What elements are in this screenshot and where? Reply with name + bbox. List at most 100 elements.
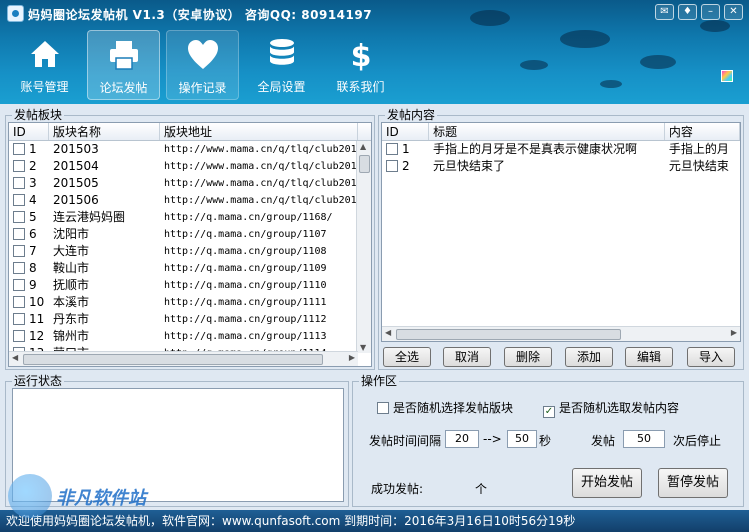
- row-id-cell[interactable]: 7: [9, 243, 49, 260]
- row-checkbox[interactable]: [386, 160, 398, 172]
- col-board-url[interactable]: 版块地址: [160, 123, 358, 140]
- skin-icon[interactable]: [721, 70, 733, 82]
- table-row[interactable]: 11 丹东市 http://q.mama.cn/group/1112: [9, 311, 371, 328]
- table-row[interactable]: 8 鞍山市 http://q.mama.cn/group/1109: [9, 260, 371, 277]
- tool-contact-us[interactable]: $ 联系我们: [324, 30, 397, 100]
- select-all-button[interactable]: 全选: [383, 347, 431, 367]
- posts-table-body: 1 手指上的月牙是不是真表示健康状况啊 手指上的月 2 元旦快结束了 元旦快结束: [382, 141, 740, 175]
- row-board-url: http://www.mama.cn/q/tlq/club201: [164, 178, 357, 189]
- col-title[interactable]: 标题: [429, 123, 665, 140]
- row-checkbox[interactable]: [13, 194, 25, 206]
- tool-account-manage[interactable]: 账号管理: [8, 30, 81, 100]
- interval-max-input[interactable]: 50: [507, 430, 537, 448]
- row-checkbox[interactable]: [13, 228, 25, 240]
- pause-post-button[interactable]: 暂停发帖: [658, 468, 728, 498]
- close-icon[interactable]: ✕: [724, 4, 743, 20]
- row-checkbox[interactable]: [13, 245, 25, 257]
- scroll-thumb[interactable]: [23, 354, 323, 365]
- table-row[interactable]: 7 大连市 http://q.mama.cn/group/1108: [9, 243, 371, 260]
- row-id-cell[interactable]: 2: [9, 158, 49, 175]
- row-id: 2: [29, 159, 37, 173]
- row-checkbox[interactable]: [13, 296, 25, 308]
- row-id-cell[interactable]: 11: [9, 311, 49, 328]
- row-board-name: 抚顺市: [53, 278, 90, 292]
- random-board-checkbox[interactable]: [377, 402, 389, 414]
- row-board-url: http://q.mama.cn/group/1111: [164, 297, 327, 308]
- scroll-thumb[interactable]: [396, 329, 621, 340]
- table-row[interactable]: 5 连云港妈妈圈 http://q.mama.cn/group/1168/: [9, 209, 371, 226]
- row-board-name: 沈阳市: [53, 227, 90, 241]
- col-id[interactable]: ID: [9, 123, 49, 140]
- boards-vscrollbar[interactable]: ▲ ▼: [356, 141, 371, 353]
- row-id-cell[interactable]: 4: [9, 192, 49, 209]
- posts-table[interactable]: ID 标题 内容 1 手指上的月牙是不是真表示健康状况啊 手指上的月 2 元旦快结束了 元…: [381, 122, 741, 342]
- tool-global-settings[interactable]: 全局设置: [245, 30, 318, 100]
- table-row[interactable]: 9 抚顺市 http://q.mama.cn/group/1110: [9, 277, 371, 294]
- table-row[interactable]: 4 201506 http://www.mama.cn/q/tlq/club201: [9, 192, 371, 209]
- row-id-cell[interactable]: 2: [382, 158, 429, 175]
- random-board-option[interactable]: 是否随机选择发帖版块: [377, 399, 513, 416]
- row-id-cell[interactable]: 12: [9, 328, 49, 345]
- table-row[interactable]: 6 沈阳市 http://q.mama.cn/group/1107: [9, 226, 371, 243]
- row-board-name: 201505: [53, 176, 99, 190]
- table-row[interactable]: 2 元旦快结束了 元旦快结束: [382, 158, 740, 175]
- table-row[interactable]: 1 201503 http://www.mama.cn/q/tlq/club201: [9, 141, 371, 158]
- watermark-logo: 非凡软件站: [4, 474, 164, 520]
- chat-icon[interactable]: ✉: [655, 4, 674, 20]
- delete-button[interactable]: 删除: [504, 347, 552, 367]
- row-id-cell[interactable]: 8: [9, 260, 49, 277]
- col-id[interactable]: ID: [382, 123, 430, 140]
- import-button[interactable]: 导入: [687, 347, 735, 367]
- posts-group-title: 发帖内容: [385, 108, 438, 122]
- row-checkbox[interactable]: [13, 160, 25, 172]
- boards-table[interactable]: ID 版块名称 版块地址 1 201503 http://www.mama.cn/q…: [8, 122, 372, 367]
- row-board-name: 丹东市: [53, 312, 90, 326]
- row-id-cell[interactable]: 3: [9, 175, 49, 192]
- table-row[interactable]: 10 本溪市 http://q.mama.cn/group/1111: [9, 294, 371, 311]
- row-checkbox[interactable]: [13, 279, 25, 291]
- row-checkbox[interactable]: [13, 177, 25, 189]
- interval-label: 发帖时间间隔: [369, 434, 442, 448]
- row-id: 8: [29, 261, 37, 275]
- row-id-cell[interactable]: 10: [9, 294, 49, 311]
- row-checkbox[interactable]: [13, 330, 25, 342]
- table-row[interactable]: 1 手指上的月牙是不是真表示健康状况啊 手指上的月: [382, 141, 740, 158]
- row-id-cell[interactable]: 5: [9, 209, 49, 226]
- row-checkbox[interactable]: [13, 262, 25, 274]
- table-row[interactable]: 12 锦州市 http://q.mama.cn/group/1113: [9, 328, 371, 345]
- row-id-cell[interactable]: 9: [9, 277, 49, 294]
- row-checkbox[interactable]: [13, 211, 25, 223]
- random-content-option[interactable]: ✓ 是否随机选取发帖内容: [543, 399, 679, 418]
- main-toolbar: 账号管理 论坛发帖 操作记录 全局设置 $ 联系我们: [8, 30, 397, 100]
- row-id-cell[interactable]: 6: [9, 226, 49, 243]
- interval-min-input[interactable]: 20: [445, 430, 479, 448]
- tool-label: 联系我们: [336, 80, 385, 94]
- posts-hscrollbar[interactable]: ◀ ▶: [382, 326, 740, 341]
- tool-op-record[interactable]: 操作记录: [166, 30, 239, 100]
- edit-button[interactable]: 编辑: [625, 347, 673, 367]
- minimize-icon[interactable]: –: [701, 4, 720, 20]
- random-content-checkbox[interactable]: ✓: [543, 406, 555, 418]
- row-id-cell[interactable]: 1: [9, 141, 49, 158]
- title-bar[interactable]: 妈妈圈论坛发帖机 V1.3（安卓协议） 咨询QQ: 80914197 ✉ ♦ –…: [0, 0, 749, 28]
- row-checkbox[interactable]: [13, 143, 25, 155]
- col-board-name[interactable]: 版块名称: [49, 123, 160, 140]
- row-id-cell[interactable]: 1: [382, 141, 429, 158]
- table-row[interactable]: 2 201504 http://www.mama.cn/q/tlq/club201: [9, 158, 371, 175]
- add-button[interactable]: 添加: [565, 347, 613, 367]
- shirt-icon[interactable]: ♦: [678, 4, 697, 20]
- scroll-thumb[interactable]: [359, 155, 370, 173]
- start-post-button[interactable]: 开始发帖: [572, 468, 642, 498]
- table-row[interactable]: 3 201505 http://www.mama.cn/q/tlq/club201: [9, 175, 371, 192]
- watermark-icon: [8, 474, 52, 518]
- tool-label: 操作记录: [178, 81, 227, 95]
- tool-forum-post[interactable]: 论坛发帖: [87, 30, 160, 100]
- boards-hscrollbar[interactable]: ◀ ▶: [9, 351, 358, 366]
- row-checkbox[interactable]: [386, 143, 398, 155]
- row-board-url: http://www.mama.cn/q/tlq/club201: [164, 195, 357, 206]
- cancel-button[interactable]: 取消: [443, 347, 491, 367]
- col-content[interactable]: 内容: [665, 123, 740, 140]
- row-checkbox[interactable]: [13, 313, 25, 325]
- post-count-input[interactable]: 50: [623, 430, 665, 448]
- svg-text:$: $: [350, 39, 371, 72]
